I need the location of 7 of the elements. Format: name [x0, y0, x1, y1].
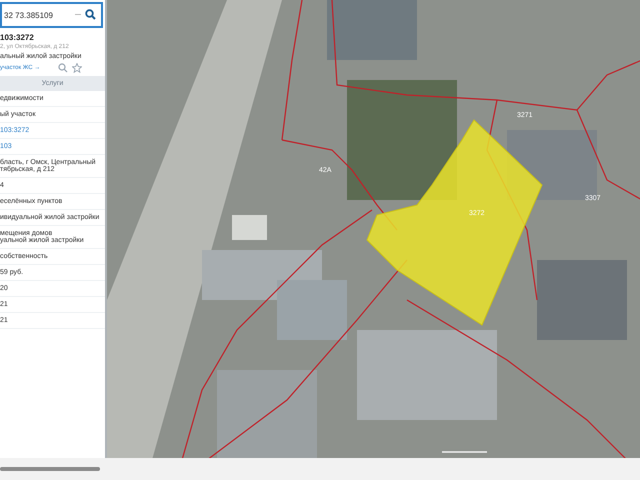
star-icon[interactable] [72, 63, 82, 73]
search-icon[interactable] [85, 9, 96, 20]
zoom-icon[interactable] [58, 63, 68, 73]
cadastral-number: 103:3272 [0, 33, 35, 42]
highlighted-parcel[interactable] [366, 119, 543, 326]
scale-bar [442, 451, 487, 453]
search-field[interactable]: 32 73.385109 [0, 2, 103, 28]
